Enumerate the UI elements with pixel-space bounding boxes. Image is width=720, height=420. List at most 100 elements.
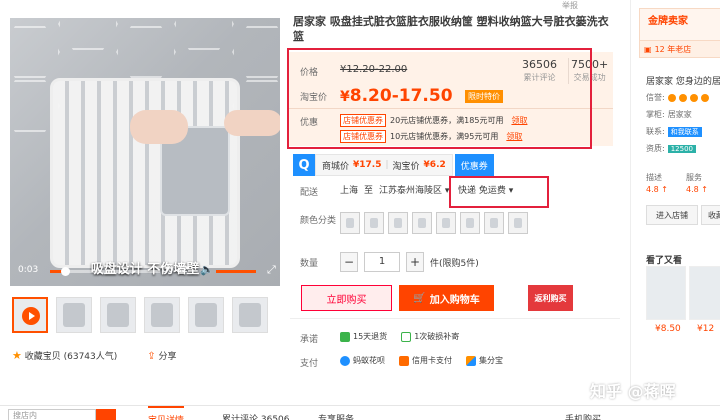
crown-icon <box>667 93 676 102</box>
color-swatch[interactable] <box>412 212 432 234</box>
score-label: 服务 <box>686 173 702 182</box>
shop-icon: ▣ <box>644 44 652 54</box>
product-video[interactable]: 吸盘设计 不伤墙壁 <box>10 18 280 286</box>
highlight-box-shipping <box>449 176 549 208</box>
color-swatch[interactable] <box>460 212 480 234</box>
quantity-input[interactable]: 1 <box>364 252 400 272</box>
tab-details[interactable]: 宝贝详情 <box>148 406 185 420</box>
thumbnail-image <box>151 303 173 327</box>
color-swatch[interactable] <box>484 212 504 234</box>
recommended-item[interactable] <box>646 266 686 320</box>
add-to-cart-label: 加入购物车 <box>429 294 480 306</box>
return-icon <box>340 331 350 342</box>
thumbnail[interactable] <box>232 297 268 333</box>
wall-tile <box>58 18 118 50</box>
crown-icon <box>678 93 687 102</box>
rebate-buy-button[interactable]: 返利购买 <box>528 285 573 311</box>
mall-price-box[interactable]: 商城价 ¥17.5 | 淘宝价 ¥6.2 <box>315 154 453 176</box>
reship-icon <box>401 331 412 342</box>
thumbnail-strip <box>12 297 268 333</box>
color-swatch[interactable] <box>436 212 456 234</box>
mall-price-value: ¥17.5 <box>353 160 382 170</box>
contact-button[interactable]: 和我联系 <box>667 126 702 137</box>
credit-card-icon <box>399 355 409 366</box>
shipping-route: 上海 至 江苏泰州海陵区 ▾ <box>340 183 449 196</box>
volume-slider[interactable] <box>216 270 256 273</box>
recommended-item[interactable] <box>689 266 720 320</box>
add-to-cart-button[interactable]: 🛒 加入购物车 <box>399 285 494 311</box>
compare-taobao-value: ¥6.2 <box>423 160 446 170</box>
mall-price-label: 商城价 <box>322 161 350 172</box>
tab-services[interactable]: 专享服务 <box>318 412 354 420</box>
color-swatch[interactable] <box>388 212 408 234</box>
destination-value: 江苏泰州海陵区 <box>379 186 443 196</box>
payment-text: 集分宝 <box>479 356 503 365</box>
wall-tile <box>174 18 234 50</box>
wall-tile <box>10 26 60 78</box>
payment-item[interactable]: 信用卡支付 <box>399 355 452 366</box>
promise-item[interactable]: 15天退货 <box>340 331 387 342</box>
contact-label: 联系: <box>646 127 665 136</box>
shop-years: ▣ 12 年老店 <box>639 40 720 58</box>
thumbnail[interactable] <box>144 297 180 333</box>
score-value: 4.8 ↑ <box>646 185 668 194</box>
shop-search-input[interactable]: 搜店内 <box>8 409 96 420</box>
seller-row: 掌柜: 居家家 <box>646 109 692 120</box>
shop-panel: 金牌卖家 ▣ 12 年老店 居家家 您身边的居 信誉: 掌柜: 居家家 联系: 和我联… <box>630 0 720 395</box>
video-time-total: 00:22 <box>162 265 188 275</box>
payment-item[interactable]: 蚂蚁花呗 <box>340 355 385 366</box>
increase-button[interactable]: + <box>406 252 424 272</box>
promise-row: 15天退货 1次破损补寄 <box>340 331 459 342</box>
enter-shop-button[interactable]: 进入店铺 <box>646 205 698 225</box>
payment-item[interactable]: 集分宝 <box>466 355 503 366</box>
thumbnail-image <box>107 303 129 327</box>
color-swatch[interactable] <box>340 212 360 234</box>
tab-reviews[interactable]: 累计评论 36506 <box>222 412 290 420</box>
fullscreen-icon[interactable]: ⤢ <box>267 263 276 277</box>
color-swatch[interactable] <box>364 212 384 234</box>
destination-select[interactable]: 江苏泰州海陵区 ▾ <box>379 183 449 196</box>
score-service: 服务 4.8 ↑ <box>686 172 708 196</box>
volume-icon[interactable]: 🔈 <box>200 263 214 276</box>
video-progress-bar[interactable] <box>50 267 160 276</box>
share-icon: ⇪ <box>147 351 156 362</box>
report-link[interactable]: 举报 <box>562 0 578 11</box>
shop-name[interactable]: 居家家 您身边的居 <box>646 74 720 87</box>
favorite-button[interactable]: ★ 收藏宝贝 (63743人气) <box>12 349 117 362</box>
color-swatch[interactable] <box>508 212 528 234</box>
video-progress-handle[interactable] <box>61 267 71 276</box>
collect-shop-button[interactable]: 收藏 <box>701 205 720 225</box>
favorite-share-row: ★ 收藏宝贝 (63743人气) ⇪ 分享 <box>12 349 177 362</box>
search-button[interactable] <box>96 409 116 420</box>
share-button[interactable]: ⇪ 分享 <box>147 349 176 362</box>
video-controls: 0:03 00:22 🔈 ⤢ <box>10 262 280 282</box>
qualification-badge[interactable]: 12500 <box>667 144 696 153</box>
thumbnail[interactable] <box>100 297 136 333</box>
thumbnail[interactable] <box>56 297 92 333</box>
tab-mobile[interactable]: 手机购买 <box>565 412 601 420</box>
coupon-button[interactable]: 优惠券 <box>454 154 494 176</box>
crown-icon <box>700 93 709 102</box>
video-time-current: 0:03 <box>18 265 39 275</box>
gold-seller-badge: 金牌卖家 <box>648 16 688 27</box>
watermark: 知乎 @蒋晖 <box>590 382 676 401</box>
wall-tile <box>116 26 176 78</box>
highlight-box-price <box>287 48 592 149</box>
promise-item[interactable]: 1次破损补寄 <box>401 331 459 342</box>
crown-icon <box>689 93 698 102</box>
play-icon <box>22 307 40 325</box>
promise-text: 1次破损补寄 <box>414 332 460 341</box>
seller-name[interactable]: 居家家 <box>668 109 692 120</box>
color-swatches <box>340 212 528 234</box>
thumbnail-video[interactable] <box>12 297 48 333</box>
buy-now-button[interactable]: 立即购买 <box>301 285 392 311</box>
thumbnail-image <box>63 303 85 327</box>
quantity-stepper: − 1 + 件(限购5件) <box>340 252 479 272</box>
price-compare-row: Q 商城价 ¥17.5 | 淘宝价 ¥6.2 优惠券 <box>293 154 494 176</box>
search-q-icon[interactable]: Q <box>293 154 315 176</box>
decrease-button[interactable]: − <box>340 252 358 272</box>
thumbnail-image <box>239 303 261 327</box>
thumbnail[interactable] <box>188 297 224 333</box>
shop-years-text: 12 年老店 <box>654 44 692 54</box>
see-also-title: 看了又看 <box>646 256 683 266</box>
